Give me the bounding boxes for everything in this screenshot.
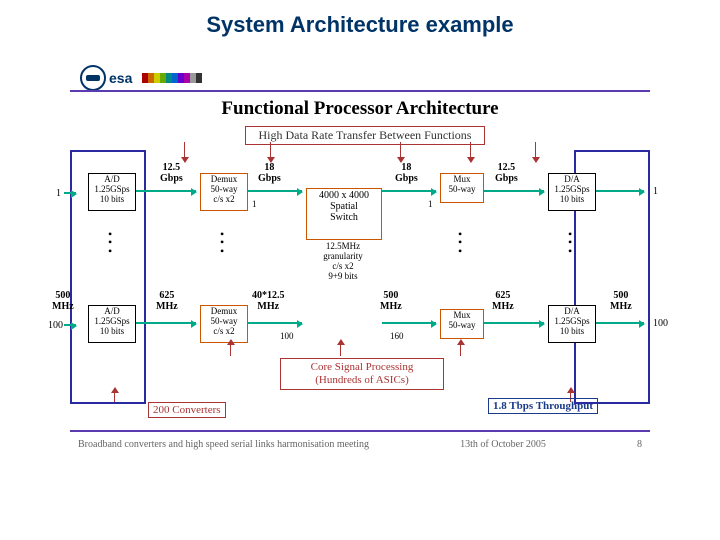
- converters-note: 200 Converters: [148, 402, 226, 418]
- mux-block: Mux 50-way: [440, 309, 484, 339]
- diagram-container: esa Functional Processor Architecture Hi…: [70, 60, 650, 460]
- up-arrow-icon: [114, 388, 115, 402]
- vdots-icon: •••: [568, 230, 572, 255]
- ad-block: A/D 1.25GSps 10 bits: [88, 305, 136, 343]
- arrow-icon: [484, 322, 544, 324]
- ad-block: A/D 1.25GSps 10 bits: [88, 173, 136, 211]
- footer-date: 13th of October 2005: [460, 439, 546, 450]
- rate-500mhz: 500 MHz: [380, 290, 402, 312]
- output-channel-100: 100: [653, 318, 668, 329]
- input-channel-1: 1: [56, 188, 61, 199]
- rate-625mhz: 625 MHz: [156, 290, 178, 312]
- mux-block: Mux 50-way: [440, 173, 484, 203]
- arrow-icon: [596, 322, 644, 324]
- up-arrow-icon: [230, 340, 231, 356]
- rate-18: 18 Gbps: [258, 162, 281, 184]
- up-arrow-icon: [340, 340, 341, 356]
- core-processing-note: Core Signal Processing (Hundreds of ASIC…: [280, 358, 444, 390]
- rate-40x12-5: 40*12.5 MHz: [252, 290, 285, 312]
- arrow-icon: [596, 190, 644, 192]
- lbl-1: 1: [252, 200, 257, 210]
- vdots-icon: •••: [108, 230, 112, 255]
- slide-title: System Architecture example: [0, 12, 720, 38]
- switch-note: 12.5MHz granularity c/s x2 9+9 bits: [308, 242, 378, 282]
- color-bar-icon: [142, 70, 202, 86]
- esa-logo-icon: [80, 65, 106, 91]
- down-arrow-icon: [470, 142, 471, 162]
- input-channel-100: 100: [48, 320, 63, 331]
- subtitle-box: High Data Rate Transfer Between Function…: [245, 126, 485, 145]
- spatial-switch-block: 4000 x 4000 Spatial Switch: [306, 188, 382, 240]
- vdots-icon: •••: [458, 230, 462, 255]
- arrow-icon: [382, 190, 436, 192]
- esa-logo-text: esa: [109, 70, 132, 86]
- down-arrow-icon: [535, 142, 536, 162]
- da-block: D/A 1.25GSps 10 bits: [548, 173, 596, 211]
- bottom-divider: [70, 430, 650, 432]
- arrow-icon: [382, 322, 436, 324]
- top-divider: [70, 90, 650, 92]
- vdots-icon: •••: [220, 230, 224, 255]
- rate-500mhz: 500 MHz: [52, 290, 74, 312]
- arrow-icon: [484, 190, 544, 192]
- arrow-icon: [64, 324, 76, 326]
- arrow-icon: [248, 322, 302, 324]
- demux-block: Demux 50-way c/s x2: [200, 173, 248, 211]
- lbl-1: 1: [428, 200, 433, 210]
- footer-page: 8: [637, 439, 642, 450]
- down-arrow-icon: [270, 142, 271, 162]
- rate-500mhz: 500 MHz: [610, 290, 632, 312]
- output-channel-1: 1: [653, 186, 658, 197]
- rate-12-5: 12.5 Gbps: [160, 162, 183, 184]
- arrow-icon: [248, 190, 302, 192]
- arrow-icon: [64, 192, 76, 194]
- da-block: D/A 1.25GSps 10 bits: [548, 305, 596, 343]
- arrow-icon: [136, 190, 196, 192]
- up-arrow-icon: [460, 340, 461, 356]
- lbl-160: 160: [390, 332, 404, 342]
- down-arrow-icon: [400, 142, 401, 162]
- throughput-note: 1.8 Tbps Throughput: [488, 398, 598, 414]
- rate-625mhz: 625 MHz: [492, 290, 514, 312]
- rate-12-5: 12.5 Gbps: [495, 162, 518, 184]
- esa-logo: esa: [80, 65, 202, 91]
- rate-18: 18 Gbps: [395, 162, 418, 184]
- lbl-100: 100: [280, 332, 294, 342]
- demux-block: Demux 50-way c/s x2: [200, 305, 248, 343]
- footer: Broadband converters and high speed seri…: [70, 439, 650, 450]
- footer-left: Broadband converters and high speed seri…: [78, 439, 369, 450]
- down-arrow-icon: [184, 142, 185, 162]
- diagram-title: Functional Processor Architecture: [70, 98, 650, 120]
- arrow-icon: [136, 322, 196, 324]
